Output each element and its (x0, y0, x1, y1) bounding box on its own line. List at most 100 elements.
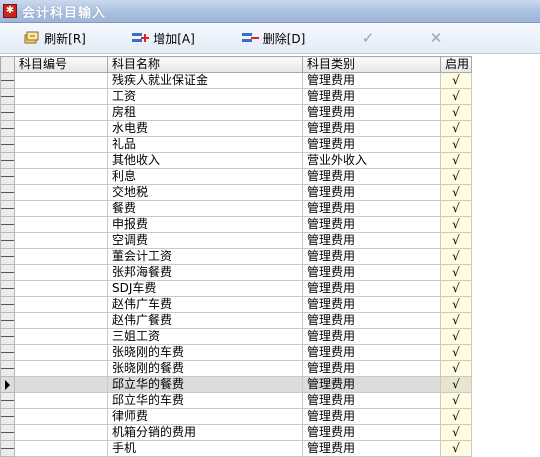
cell-name[interactable]: 律师费 (107, 408, 303, 425)
cell-code[interactable] (14, 184, 108, 201)
cell-enabled[interactable]: √ (440, 216, 472, 233)
cell-code[interactable] (14, 360, 108, 377)
cell-code[interactable] (14, 344, 108, 361)
table-row[interactable]: 机箱分销的费用 管理费用 √ (0, 424, 472, 441)
cell-category[interactable]: 管理费用 (302, 376, 441, 393)
cell-enabled[interactable]: √ (440, 392, 472, 409)
cell-category[interactable]: 管理费用 (302, 344, 441, 361)
cell-code[interactable] (14, 312, 108, 329)
cell-enabled[interactable]: √ (440, 88, 472, 105)
cell-enabled[interactable]: √ (440, 152, 472, 169)
cell-enabled[interactable]: √ (440, 248, 472, 265)
row-indicator[interactable] (0, 200, 15, 217)
cell-name[interactable]: 邱立华的餐费 (107, 376, 303, 393)
cell-code[interactable] (14, 88, 108, 105)
table-row[interactable]: 张邦海餐费 管理费用 √ (0, 264, 472, 281)
cell-name[interactable]: 赵伟广餐费 (107, 312, 303, 329)
row-indicator[interactable] (0, 360, 15, 377)
cell-name[interactable]: 残疾人就业保证金 (107, 72, 303, 89)
cell-enabled[interactable]: √ (440, 408, 472, 425)
cell-code[interactable] (14, 120, 108, 137)
cell-name[interactable]: 餐费 (107, 200, 303, 217)
cell-enabled[interactable]: √ (440, 280, 472, 297)
cell-code[interactable] (14, 200, 108, 217)
cell-category[interactable]: 管理费用 (302, 248, 441, 265)
table-row[interactable]: SDJ车费 管理费用 √ (0, 280, 472, 297)
row-indicator[interactable] (0, 296, 15, 313)
table-row[interactable]: 赵伟广餐费 管理费用 √ (0, 312, 472, 329)
cell-enabled[interactable]: √ (440, 168, 472, 185)
cell-code[interactable] (14, 376, 108, 393)
cell-name[interactable]: 董会计工资 (107, 248, 303, 265)
cell-category[interactable]: 管理费用 (302, 184, 441, 201)
row-indicator[interactable] (0, 216, 15, 233)
cell-category[interactable]: 管理费用 (302, 360, 441, 377)
cell-name[interactable]: 房租 (107, 104, 303, 121)
table-row[interactable]: 其他收入 营业外收入 √ (0, 152, 472, 169)
cell-category[interactable]: 管理费用 (302, 328, 441, 345)
cell-name[interactable]: 邱立华的车费 (107, 392, 303, 409)
cell-enabled[interactable]: √ (440, 72, 472, 89)
cell-category[interactable]: 管理费用 (302, 296, 441, 313)
cell-enabled[interactable]: √ (440, 424, 472, 441)
row-indicator[interactable] (0, 152, 15, 169)
cell-name[interactable]: 空调费 (107, 232, 303, 249)
confirm-button[interactable]: ✓ (350, 27, 386, 49)
cell-code[interactable] (14, 216, 108, 233)
cell-name[interactable]: SDJ车费 (107, 280, 303, 297)
cell-code[interactable] (14, 280, 108, 297)
cell-name[interactable]: 申报费 (107, 216, 303, 233)
cell-category[interactable]: 管理费用 (302, 216, 441, 233)
table-row[interactable]: 空调费 管理费用 √ (0, 232, 472, 249)
row-indicator[interactable] (0, 88, 15, 105)
cell-code[interactable] (14, 392, 108, 409)
cell-code[interactable] (14, 104, 108, 121)
table-row[interactable]: 董会计工资 管理费用 √ (0, 248, 472, 265)
cell-name[interactable]: 机箱分销的费用 (107, 424, 303, 441)
cell-enabled[interactable]: √ (440, 264, 472, 281)
cell-category[interactable]: 管理费用 (302, 88, 441, 105)
cell-category[interactable]: 管理费用 (302, 392, 441, 409)
table-row[interactable]: 律师费 管理费用 √ (0, 408, 472, 425)
cell-enabled[interactable]: √ (440, 136, 472, 153)
add-button[interactable]: 增加[A] (124, 27, 202, 49)
refresh-button[interactable]: 刷新[R] (16, 27, 94, 49)
row-indicator[interactable] (0, 168, 15, 185)
table-row[interactable]: 赵伟广车费 管理费用 √ (0, 296, 472, 313)
cell-name[interactable]: 三姐工资 (107, 328, 303, 345)
column-header-enabled[interactable]: 启用 (440, 56, 472, 73)
cell-category[interactable]: 营业外收入 (302, 152, 441, 169)
row-indicator[interactable] (0, 312, 15, 329)
row-indicator[interactable] (0, 392, 15, 409)
cell-enabled[interactable]: √ (440, 184, 472, 201)
row-indicator[interactable] (0, 184, 15, 201)
cell-name[interactable]: 礼品 (107, 136, 303, 153)
table-row[interactable]: 邱立华的餐费 管理费用 √ (0, 376, 472, 393)
cell-category[interactable]: 管理费用 (302, 280, 441, 297)
cell-enabled[interactable]: √ (440, 344, 472, 361)
cell-name[interactable]: 赵伟广车费 (107, 296, 303, 313)
cell-category[interactable]: 管理费用 (302, 232, 441, 249)
cell-enabled[interactable]: √ (440, 296, 472, 313)
cell-enabled[interactable]: √ (440, 120, 472, 137)
cell-category[interactable]: 管理费用 (302, 424, 441, 441)
cell-code[interactable] (14, 136, 108, 153)
table-row[interactable]: 邱立华的车费 管理费用 √ (0, 392, 472, 409)
cell-category[interactable]: 管理费用 (302, 264, 441, 281)
cell-code[interactable] (14, 232, 108, 249)
cell-enabled[interactable]: √ (440, 360, 472, 377)
row-indicator[interactable] (0, 280, 15, 297)
cell-enabled[interactable]: √ (440, 232, 472, 249)
table-row[interactable]: 三姐工资 管理费用 √ (0, 328, 472, 345)
cell-name[interactable]: 张邦海餐费 (107, 264, 303, 281)
cell-code[interactable] (14, 296, 108, 313)
column-header-category[interactable]: 科目类别 (302, 56, 441, 73)
cell-category[interactable]: 管理费用 (302, 200, 441, 217)
cell-name[interactable]: 张晓刚的车费 (107, 344, 303, 361)
row-indicator[interactable] (0, 104, 15, 121)
cell-code[interactable] (14, 72, 108, 89)
table-row[interactable]: 交地税 管理费用 √ (0, 184, 472, 201)
column-header-code[interactable]: 科目编号 (14, 56, 108, 73)
cell-category[interactable]: 管理费用 (302, 136, 441, 153)
cell-code[interactable] (14, 424, 108, 441)
